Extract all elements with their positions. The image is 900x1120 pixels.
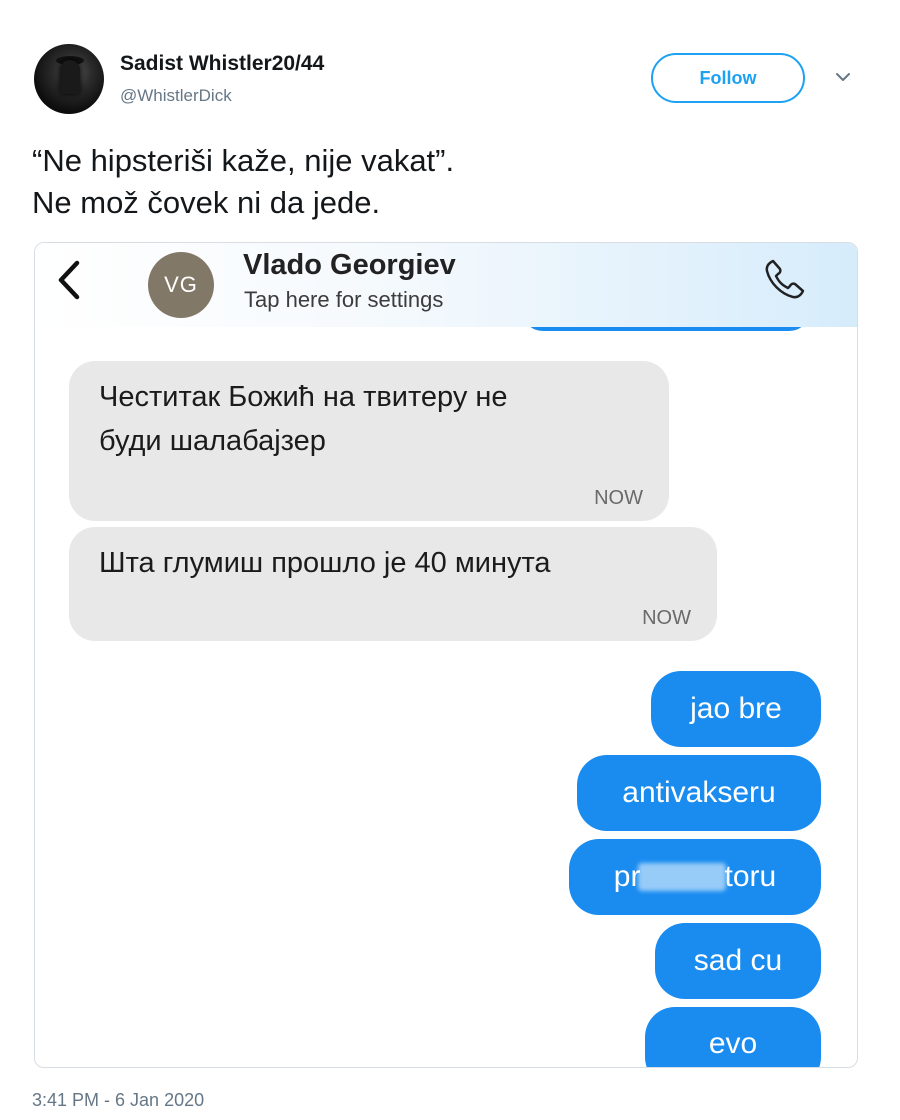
incoming-message[interactable]: Честитак Божић на твитеру не буди шалаба…: [69, 361, 669, 521]
message-text-line-1: Честитак Божић на твитеру не: [99, 381, 508, 413]
caret-down-icon[interactable]: [832, 66, 854, 88]
message-text: sad cu: [693, 944, 783, 977]
contact-avatar[interactable]: VG: [148, 252, 214, 318]
chat-header[interactable]: VG Vlado Georgiev Tap here for settings: [35, 243, 857, 327]
message-text-suffix: toru: [724, 860, 777, 893]
incoming-message[interactable]: Шта глумиш прошло је 40 минута NOW: [69, 527, 717, 641]
contact-name[interactable]: Vlado Georgiev: [243, 249, 456, 282]
tweet-text-line-2: Ne mož čovek ni da jede.: [32, 185, 381, 220]
avatar-figure-shape: [60, 60, 80, 94]
back-arrow-icon[interactable]: [51, 257, 87, 303]
message-text: Шта глумиш прошло је 40 минута: [99, 547, 551, 579]
follow-button[interactable]: Follow: [651, 53, 805, 103]
message-text: jao bre: [690, 692, 782, 725]
author-name[interactable]: Sadist Whistler20/44: [120, 52, 324, 76]
outgoing-message[interactable]: evo: [645, 1007, 821, 1067]
message-text-prefix: pr: [613, 860, 641, 893]
phone-icon[interactable]: [759, 255, 809, 305]
outgoing-message[interactable]: sad cu: [655, 923, 821, 999]
message-time: NOW: [594, 487, 643, 509]
message-text: antivakseru: [622, 776, 776, 809]
message-text-line-2: буди шалабајзер: [99, 425, 326, 457]
author-handle[interactable]: @WhistlerDick: [120, 86, 232, 106]
outgoing-message[interactable]: pr toru: [569, 839, 821, 915]
tweet-timestamp[interactable]: 3:41 PM - 6 Jan 2020: [32, 1090, 204, 1111]
tweet-text-line-1: “Ne hipsteriši kaže, nije vakat”.: [32, 143, 455, 178]
contact-subtitle[interactable]: Tap here for settings: [244, 287, 443, 313]
message-text: evo: [708, 1027, 758, 1060]
outgoing-message[interactable]: jao bre: [651, 671, 821, 747]
outgoing-message[interactable]: antivakseru: [577, 755, 821, 831]
redaction-blur: [638, 863, 727, 891]
author-avatar[interactable]: [34, 44, 104, 114]
tweet-text: “Ne hipsteriši kaže, nije vakat”. Ne mož…: [32, 140, 872, 224]
attached-screenshot[interactable]: VG Vlado Georgiev Tap here for settings …: [34, 242, 858, 1068]
message-time: NOW: [642, 607, 691, 629]
